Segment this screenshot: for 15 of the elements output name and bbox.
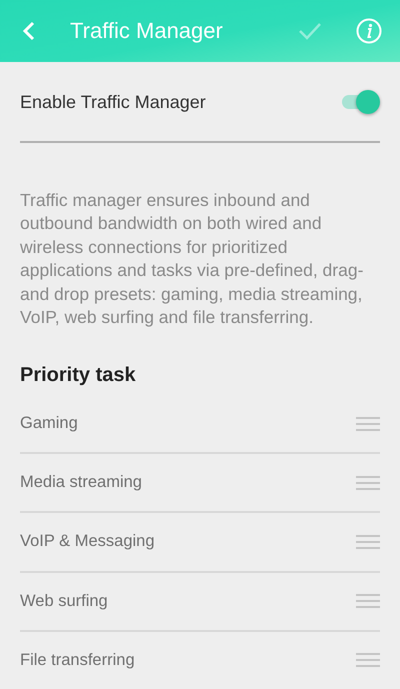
priority-item-label: Media streaming — [20, 473, 142, 492]
drag-handle-icon[interactable] — [356, 653, 380, 668]
priority-item-label: Gaming — [20, 414, 78, 434]
drag-handle-icon[interactable] — [356, 416, 380, 431]
drag-handle-icon[interactable] — [356, 594, 380, 608]
priority-item-label: File transferring — [20, 650, 135, 670]
enable-toggle[interactable] — [340, 90, 380, 114]
description-text: Traffic manager ensures inbound and outbound bandwidth on both wired and wireless connections for prioritized applications and tasks via pre-defined, drag-and drop presets: gaming, media streaming, VoIP, web surfing and file transferring. — [20, 188, 364, 330]
drag-handle-icon[interactable] — [356, 476, 380, 490]
priority-item-label: Web surfing — [20, 592, 108, 611]
enable-label: Enable Traffic Manager — [20, 92, 206, 113]
drag-handle-icon[interactable] — [356, 534, 380, 549]
section-heading: Priority task — [20, 364, 137, 387]
priority-item-label: VoIP & Messaging — [20, 532, 155, 552]
window-title: Traffic Manager — [70, 18, 224, 44]
